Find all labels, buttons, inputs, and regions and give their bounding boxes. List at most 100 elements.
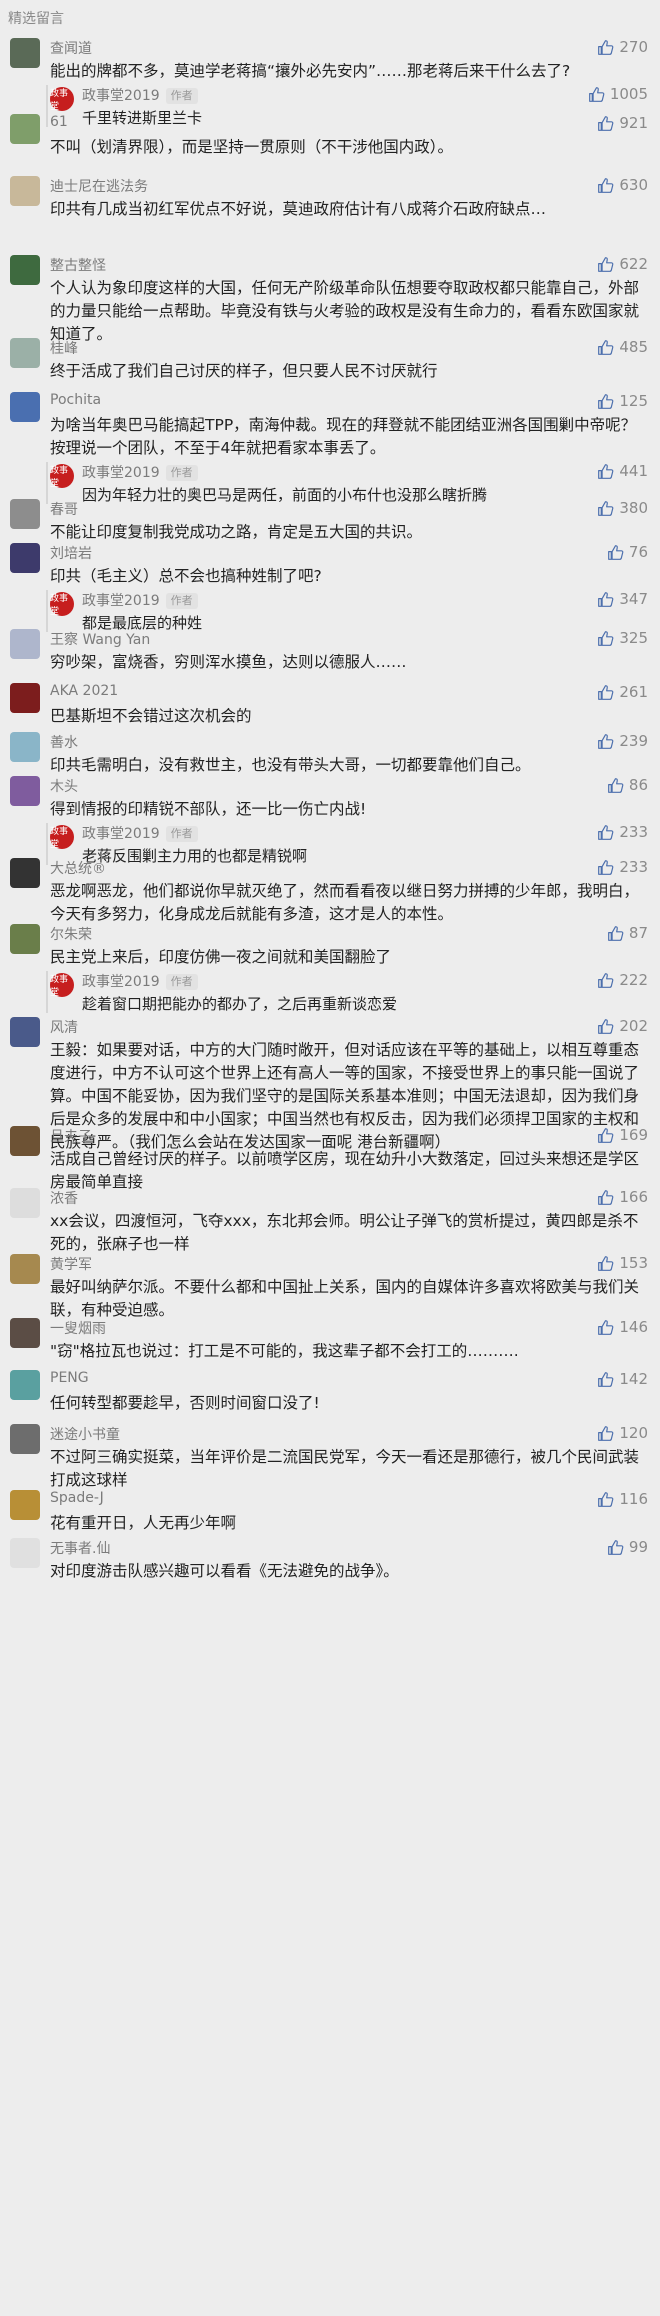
thumb-up-icon[interactable] [597,1127,614,1144]
like-button[interactable]: 325 [597,629,648,647]
comment-nickname[interactable]: 旦夫子 [50,1126,92,1146]
like-button[interactable]: 99 [607,1538,648,1556]
comment-nickname[interactable]: 木头 [50,776,78,796]
avatar[interactable] [10,1254,40,1284]
thumb-up-icon[interactable] [597,591,614,608]
thumb-up-icon[interactable] [597,972,614,989]
avatar[interactable] [10,924,40,954]
reply-nickname[interactable]: 政事堂2019 作者 [82,85,198,105]
comment-nickname[interactable]: Pochita [50,392,101,408]
comment-nickname[interactable]: 风清 [50,1017,78,1037]
avatar[interactable] [10,1490,40,1520]
thumb-up-icon[interactable] [607,1539,624,1556]
like-button[interactable]: 622 [597,255,648,273]
comment-nickname[interactable]: 尔朱荣 [50,924,92,944]
reply-nickname[interactable]: 政事堂2019 作者 [82,462,198,482]
thumb-up-icon[interactable] [597,463,614,480]
like-button[interactable]: 202 [597,1017,648,1035]
thumb-up-icon[interactable] [607,925,624,942]
author-avatar[interactable]: 政事堂 [50,973,74,998]
reply-like-button[interactable]: 222 [597,971,648,989]
comment-nickname[interactable]: 善水 [50,732,78,752]
like-button[interactable]: 87 [607,924,648,942]
author-avatar[interactable]: 政事堂 [50,87,74,112]
thumb-up-icon[interactable] [588,86,605,103]
thumb-up-icon[interactable] [597,500,614,517]
like-button[interactable]: 142 [597,1370,648,1388]
like-button[interactable]: 921 [597,114,648,132]
like-button[interactable]: 76 [607,543,648,561]
comment-nickname[interactable]: 春哥 [50,499,78,519]
avatar[interactable] [10,114,40,144]
thumb-up-icon[interactable] [597,256,614,273]
reply-nickname[interactable]: 政事堂2019 作者 [82,823,198,843]
avatar[interactable] [10,1370,40,1400]
avatar[interactable] [10,776,40,806]
avatar[interactable] [10,1318,40,1348]
avatar[interactable] [10,1126,40,1156]
avatar[interactable] [10,38,40,68]
comment-nickname[interactable]: 刘培岩 [50,543,92,563]
thumb-up-icon[interactable] [597,1371,614,1388]
thumb-up-icon[interactable] [597,393,614,410]
avatar[interactable] [10,499,40,529]
thumb-up-icon[interactable] [597,1189,614,1206]
avatar[interactable] [10,392,40,422]
comment-nickname[interactable]: 一叟烟雨 [50,1318,106,1338]
avatar[interactable] [10,1424,40,1454]
avatar[interactable] [10,1538,40,1568]
thumb-up-icon[interactable] [597,824,614,841]
avatar[interactable] [10,176,40,206]
thumb-up-icon[interactable] [607,544,624,561]
thumb-up-icon[interactable] [597,1319,614,1336]
like-button[interactable]: 233 [597,858,648,876]
like-button[interactable]: 146 [597,1318,648,1336]
thumb-up-icon[interactable] [597,1425,614,1442]
like-button[interactable]: 116 [597,1490,648,1508]
reply-like-button[interactable]: 347 [597,590,648,608]
thumb-up-icon[interactable] [597,1255,614,1272]
comment-nickname[interactable]: 黄学军 [50,1254,92,1274]
comment-nickname[interactable]: 整古整怪 [50,255,106,275]
author-avatar[interactable]: 政事堂 [50,464,74,489]
like-button[interactable]: 630 [597,176,648,194]
comment-nickname[interactable]: 61 [50,114,68,130]
like-button[interactable]: 485 [597,338,648,356]
reply-nickname[interactable]: 政事堂2019 作者 [82,590,198,610]
thumb-up-icon[interactable] [597,733,614,750]
thumb-up-icon[interactable] [597,39,614,56]
avatar[interactable] [10,683,40,713]
like-button[interactable]: 125 [597,392,648,410]
thumb-up-icon[interactable] [597,1491,614,1508]
like-button[interactable]: 270 [597,38,648,56]
avatar[interactable] [10,255,40,285]
avatar[interactable] [10,629,40,659]
thumb-up-icon[interactable] [597,1018,614,1035]
avatar[interactable] [10,732,40,762]
reply-like-button[interactable]: 233 [597,823,648,841]
comment-nickname[interactable]: 桂峰 [50,338,78,358]
avatar[interactable] [10,543,40,573]
thumb-up-icon[interactable] [607,777,624,794]
comment-nickname[interactable]: Spade-J [50,1490,104,1506]
avatar[interactable] [10,858,40,888]
comment-nickname[interactable]: 无事者.仙 [50,1538,110,1558]
like-button[interactable]: 166 [597,1188,648,1206]
comment-nickname[interactable]: AKA 2021 [50,683,118,699]
author-avatar[interactable]: 政事堂 [50,825,74,850]
comment-nickname[interactable]: PENG [50,1370,89,1386]
reply-nickname[interactable]: 政事堂2019 作者 [82,971,198,991]
thumb-up-icon[interactable] [597,115,614,132]
like-button[interactable]: 169 [597,1126,648,1144]
like-button[interactable]: 261 [597,683,648,701]
comment-nickname[interactable]: 迪士尼在逃法务 [50,176,148,196]
reply-like-button[interactable]: 441 [597,462,648,480]
comment-nickname[interactable]: 查闻道 [50,38,92,58]
avatar[interactable] [10,338,40,368]
comment-nickname[interactable]: 王察 Wang Yan [50,629,150,649]
reply-like-button[interactable]: 1005 [588,85,648,103]
avatar[interactable] [10,1188,40,1218]
comment-nickname[interactable]: 浓香 [50,1188,78,1208]
like-button[interactable]: 380 [597,499,648,517]
thumb-up-icon[interactable] [597,859,614,876]
